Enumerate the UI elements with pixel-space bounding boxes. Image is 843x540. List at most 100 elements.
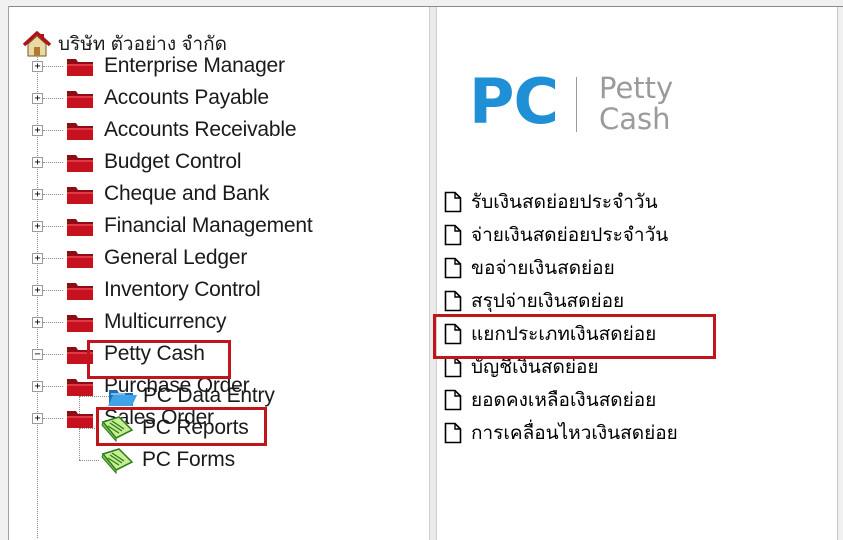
- module-tree[interactable]: บริษัท ตัวอย่าง จำกัด + Enterprise Manage…: [9, 7, 429, 540]
- tree-item-accounts-receivable[interactable]: Accounts Receivable: [65, 114, 297, 146]
- report-item[interactable]: สรุปจ่ายเงินสดย่อย: [444, 286, 624, 316]
- report-label: ยอดคงเหลือเงินสดย่อย: [471, 390, 657, 411]
- expand-icon[interactable]: +: [32, 189, 43, 200]
- expand-icon[interactable]: +: [32, 221, 43, 232]
- document-icon: [444, 422, 462, 444]
- tree-item-label: Financial Management: [104, 214, 313, 237]
- expander-glyph: +: [34, 285, 41, 296]
- tree-item-label: PC Data Entry: [143, 384, 275, 407]
- red-folder-icon: [67, 155, 93, 172]
- document-icon: [444, 191, 462, 213]
- tree-line: [43, 290, 63, 291]
- tree-line: [43, 322, 63, 323]
- tree-line: [43, 418, 63, 419]
- report-item[interactable]: รับเงินสดย่อยประจำวัน: [444, 187, 658, 217]
- expander-glyph: +: [34, 157, 41, 168]
- logo-sub-line1: Petty: [599, 71, 674, 105]
- report-item[interactable]: ขอจ่ายเงินสดย่อย: [444, 253, 615, 283]
- report-label: รับเงินสดย่อยประจำวัน: [471, 192, 658, 213]
- content-pane: PC Petty Cash รับเงินสดย่อยประจำวันจ่ายเ…: [433, 7, 843, 540]
- document-icon: [444, 356, 462, 378]
- expand-icon[interactable]: +: [32, 413, 43, 424]
- red-folder-icon: [67, 251, 93, 268]
- expand-icon[interactable]: +: [32, 61, 43, 72]
- expander-glyph: +: [34, 189, 41, 200]
- logo-pc-text: PC: [469, 65, 559, 138]
- tree-item-general-ledger[interactable]: General Ledger: [65, 242, 247, 274]
- collapse-icon[interactable]: −: [32, 349, 43, 360]
- selected-report-highlight: [433, 314, 716, 359]
- red-folder-icon: [67, 219, 93, 236]
- pc-reports-highlight: [96, 407, 267, 446]
- tree-item-label: General Ledger: [104, 246, 248, 269]
- report-label: การเคลื่อนไหวเงินสดย่อย: [471, 423, 678, 444]
- tree-line: [79, 460, 99, 461]
- tree-line: [43, 98, 63, 99]
- tree-line: [43, 258, 63, 259]
- blue-folder-icon: [108, 390, 137, 406]
- tree-item-label: Budget Control: [104, 150, 242, 173]
- expand-icon[interactable]: +: [32, 253, 43, 264]
- document-icon: [444, 290, 462, 312]
- tree-item-financial-management[interactable]: Financial Management: [65, 210, 313, 242]
- report-item[interactable]: การเคลื่อนไหวเงินสดย่อย: [444, 418, 678, 448]
- document-icon: [444, 224, 462, 246]
- tree-line: [43, 162, 63, 163]
- expander-glyph: +: [34, 61, 41, 72]
- red-folder-icon: [67, 91, 93, 108]
- expander-glyph: +: [34, 317, 41, 328]
- expander-glyph: +: [34, 93, 41, 104]
- right-frame: [837, 7, 843, 540]
- red-folder-icon: [67, 283, 93, 300]
- expand-icon[interactable]: +: [32, 285, 43, 296]
- tree-item-cheque-and-bank[interactable]: Cheque and Bank: [65, 178, 269, 210]
- red-folder-icon: [67, 123, 93, 140]
- expand-icon[interactable]: +: [32, 93, 43, 104]
- tree-line: [43, 226, 63, 227]
- document-icon: [444, 257, 462, 279]
- tree-item-accounts-payable[interactable]: Accounts Payable: [65, 82, 269, 114]
- tree-item-multicurrency[interactable]: Multicurrency: [65, 306, 226, 338]
- report-item[interactable]: จ่ายเงินสดย่อยประจำวัน: [444, 220, 668, 250]
- expand-icon[interactable]: +: [32, 381, 43, 392]
- pane-splitter[interactable]: [429, 7, 437, 540]
- red-folder-icon: [67, 59, 93, 76]
- expander-glyph: +: [34, 413, 41, 424]
- expander-glyph: +: [34, 125, 41, 136]
- red-folder-icon: [67, 411, 93, 428]
- logo-sub-line2: Cash: [599, 102, 671, 136]
- report-label: ขอจ่ายเงินสดย่อย: [471, 258, 615, 279]
- tree-line: [43, 354, 63, 355]
- tree-item-pc-forms[interactable]: PC Forms: [99, 444, 235, 476]
- expander-glyph: −: [34, 349, 41, 360]
- report-item[interactable]: ยอดคงเหลือเงินสดย่อย: [444, 385, 656, 415]
- red-folder-icon: [67, 187, 93, 204]
- expand-icon[interactable]: +: [32, 125, 43, 136]
- tree-item-inventory-control[interactable]: Inventory Control: [65, 274, 261, 306]
- tree-item-label: Enterprise Manager: [104, 54, 285, 77]
- tree-line: [43, 194, 63, 195]
- report-label: สรุปจ่ายเงินสดย่อย: [471, 291, 625, 312]
- expand-icon[interactable]: +: [32, 157, 43, 168]
- tree-item-label: Accounts Receivable: [104, 118, 297, 141]
- tree-line: [43, 130, 63, 131]
- top-frame: [0, 0, 843, 7]
- tree-item-label: Cheque and Bank: [104, 182, 270, 205]
- tree-line: [43, 386, 63, 387]
- tree-item-label: Inventory Control: [104, 278, 261, 301]
- expander-glyph: +: [34, 381, 41, 392]
- petty-cash-highlight: [87, 340, 231, 379]
- left-frame: [0, 6, 9, 540]
- expander-glyph: +: [34, 253, 41, 264]
- report-label: จ่ายเงินสดย่อยประจำวัน: [471, 225, 669, 246]
- document-icon: [444, 389, 462, 411]
- tree-item-label: Accounts Payable: [104, 86, 269, 109]
- tree-item-label: PC Forms: [142, 448, 235, 471]
- report-icon: [101, 448, 134, 474]
- expand-icon[interactable]: +: [32, 317, 43, 328]
- tree-line: [43, 66, 63, 67]
- red-folder-icon: [67, 315, 93, 332]
- tree-item-enterprise-manager[interactable]: Enterprise Manager: [65, 50, 285, 82]
- tree-item-budget-control[interactable]: Budget Control: [65, 146, 241, 178]
- expander-glyph: +: [34, 221, 41, 232]
